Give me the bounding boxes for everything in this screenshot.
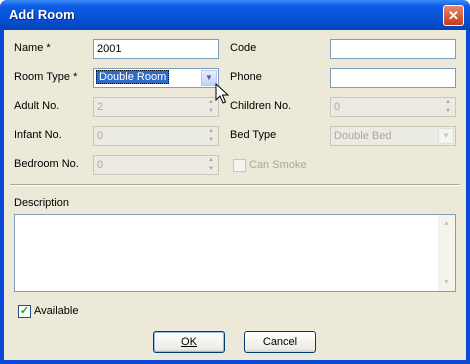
room-type-select[interactable]: Double Room ▼ <box>93 68 219 88</box>
spin-up-icon[interactable]: ▲ <box>441 98 455 107</box>
adult-label: Adult No. <box>14 100 60 112</box>
description-label: Description <box>14 197 70 209</box>
children-stepper[interactable]: 0 ▲ ▼ <box>330 97 456 117</box>
description-scrollbar[interactable]: ▲ ▼ <box>438 215 455 291</box>
dialog-body: Name * 2001 Code Room Type * Double Room… <box>4 30 466 360</box>
cancel-button-label: Cancel <box>262 336 298 348</box>
code-label: Code <box>230 42 257 54</box>
spin-up-icon[interactable]: ▲ <box>204 127 218 136</box>
scroll-up-icon[interactable]: ▲ <box>439 216 454 231</box>
ok-button[interactable]: OK <box>153 331 225 353</box>
close-icon: ✕ <box>448 8 459 23</box>
can-smoke-checkbox[interactable] <box>233 159 246 172</box>
chevron-down-icon[interactable]: ▼ <box>438 128 454 144</box>
phone-label: Phone <box>230 71 262 83</box>
available-checkbox[interactable]: ✓ <box>18 305 31 318</box>
adult-stepper[interactable]: 2 ▲ ▼ <box>93 97 219 117</box>
spin-down-icon[interactable]: ▼ <box>204 107 218 116</box>
close-button[interactable]: ✕ <box>443 5 464 26</box>
bed-type-label: Bed Type <box>230 129 277 141</box>
spin-down-icon[interactable]: ▼ <box>204 136 218 145</box>
mouse-cursor-icon <box>215 83 229 104</box>
phone-field[interactable] <box>330 68 456 88</box>
code-field[interactable] <box>330 39 456 59</box>
infant-stepper[interactable]: 0 ▲ ▼ <box>93 126 219 146</box>
children-label: Children No. <box>230 100 292 112</box>
adult-value: 2 <box>97 101 104 113</box>
room-type-selected-value: Double Room <box>96 70 170 84</box>
title-bar[interactable]: Add Room ✕ <box>0 0 470 30</box>
bed-type-select[interactable]: Double Bed ▼ <box>330 126 456 146</box>
bed-type-value: Double Bed <box>334 130 392 142</box>
spin-up-icon[interactable]: ▲ <box>204 156 218 165</box>
spin-down-icon[interactable]: ▼ <box>204 165 218 174</box>
bedroom-stepper[interactable]: 0 ▲ ▼ <box>93 155 219 175</box>
bedroom-label: Bedroom No. <box>14 158 79 170</box>
available-label: Available <box>34 305 79 317</box>
room-type-label: Room Type * <box>14 71 78 83</box>
add-room-dialog: Add Room ✕ Name * 2001 Code Room Type * … <box>0 0 470 364</box>
scroll-down-icon[interactable]: ▼ <box>439 275 454 290</box>
name-label: Name * <box>14 42 51 54</box>
infant-value: 0 <box>97 130 104 142</box>
bedroom-spin-buttons[interactable]: ▲ ▼ <box>204 156 218 174</box>
bedroom-value: 0 <box>97 159 104 171</box>
can-smoke-label: Can Smoke <box>249 159 307 171</box>
separator <box>10 184 460 186</box>
window-title: Add Room <box>9 7 75 22</box>
name-field[interactable]: 2001 <box>93 39 219 59</box>
checkmark-icon: ✓ <box>19 305 30 317</box>
children-spin-buttons[interactable]: ▲ ▼ <box>441 98 455 116</box>
infant-label: Infant No. <box>14 129 62 141</box>
description-textarea[interactable]: ▲ ▼ <box>14 214 456 292</box>
ok-button-label: OK <box>181 336 197 348</box>
infant-spin-buttons[interactable]: ▲ ▼ <box>204 127 218 145</box>
cancel-button[interactable]: Cancel <box>244 331 316 353</box>
spin-down-icon[interactable]: ▼ <box>441 107 455 116</box>
children-value: 0 <box>334 101 341 113</box>
